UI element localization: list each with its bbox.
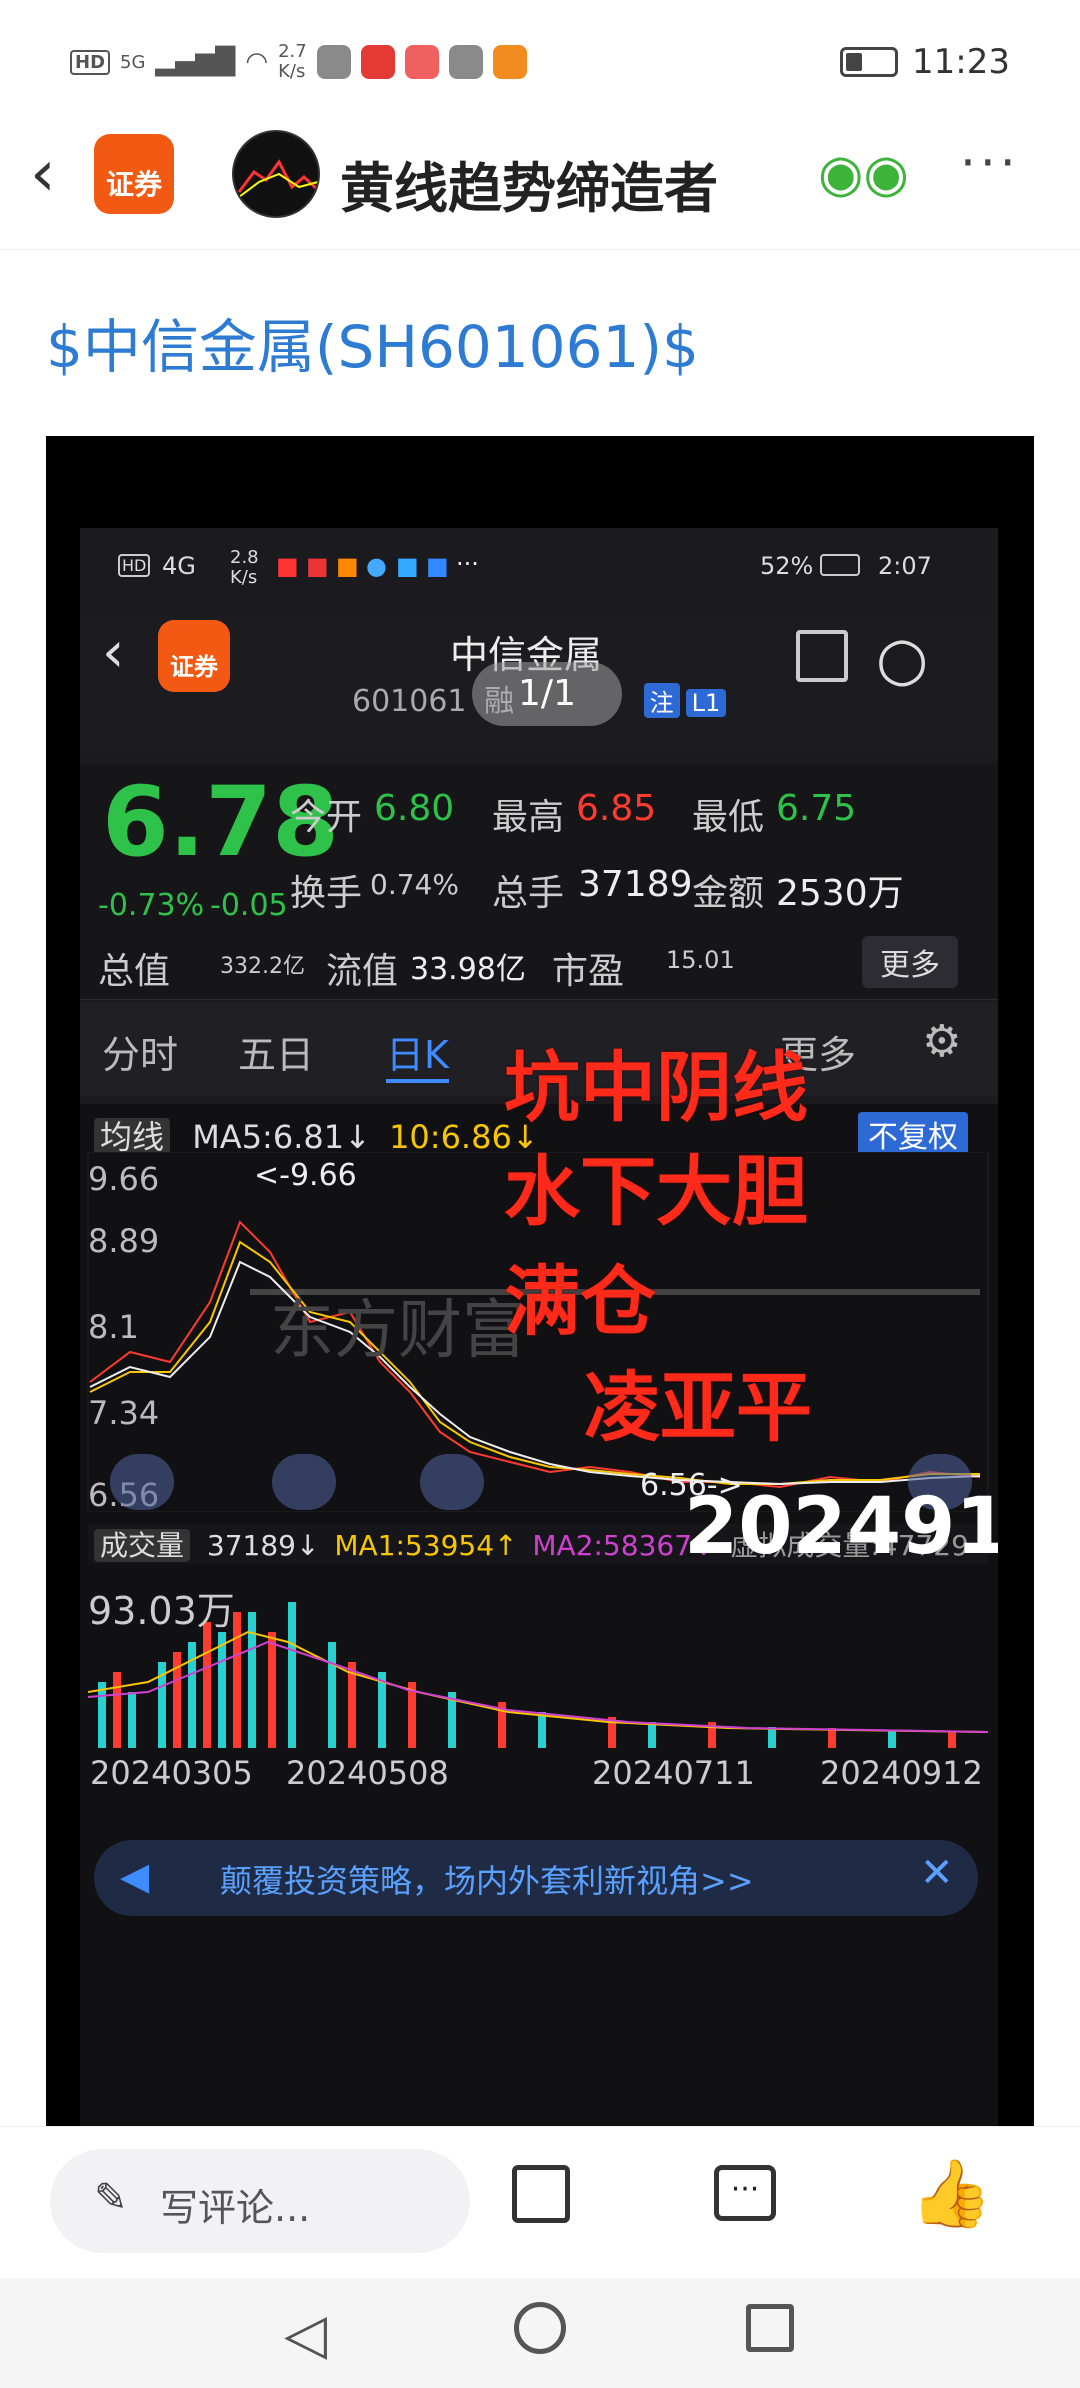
avatar[interactable] (232, 130, 320, 218)
book-app-icon (404, 45, 439, 79)
axis-label-4: 7.34 (88, 1394, 160, 1432)
status-bar: HD 5G ▂▄▆█ ◠ 2.7 K/s 11:23 (0, 0, 1080, 130)
nav-bar: ◁ (0, 2278, 1080, 2388)
settings-icon[interactable]: ⚙ (922, 1016, 961, 1067)
tab-wuri[interactable]: 五日 (238, 1024, 314, 1079)
page-title: 黄线趋势缔造者 (340, 157, 718, 220)
embedded-status-bar: HD 4G 2.8 K/s ■ ■ ■ ● ■ ■ ··· 52% 2:07 (80, 528, 998, 608)
signal-icon: ▂▄▆█ (155, 47, 236, 77)
network-label: 5G (120, 51, 146, 73)
pen-icon: ✎ (94, 2175, 128, 2221)
axis-label-top: 9.66 (88, 1160, 160, 1198)
comment-icon[interactable]: ··· (714, 2165, 776, 2221)
battery-icon (840, 47, 899, 77)
speed-label: 2.7 K/s (278, 41, 307, 82)
quote-panel: 6.78 -0.73% -0.05 今开 6.80 最高 6.85 最低 6.7… (80, 764, 998, 1000)
more-button[interactable]: 更多 (862, 936, 958, 988)
back-icon[interactable]: ‹ (102, 620, 124, 685)
zoom-out-button[interactable] (272, 1454, 336, 1510)
back-icon[interactable]: ‹ (30, 142, 56, 206)
embedded-screenshot[interactable]: HD 4G 2.8 K/s ■ ■ ■ ● ■ ■ ··· 52% 2:07 ‹… (46, 436, 1034, 2126)
share-icon[interactable] (796, 630, 848, 682)
video-app-icon (360, 45, 395, 79)
nav-back-icon[interactable]: ◁ (284, 2302, 327, 2367)
hd-icon: HD (70, 49, 111, 75)
volume-max-label: 93.03万 (88, 1589, 235, 1633)
more-icon[interactable]: ··· (960, 134, 1020, 192)
max-label: <-9.66 (254, 1158, 357, 1193)
share-icon[interactable] (512, 2165, 570, 2223)
wechat-notify-icon (316, 45, 351, 79)
app-badge: 证券 (158, 620, 230, 692)
fq-toggle[interactable]: 不复权 (858, 1112, 968, 1156)
like-icon[interactable]: 👍 (910, 2155, 992, 2233)
stock-link[interactable]: $中信金属(SH601061)$ (46, 300, 699, 384)
megaphone-icon: ◀ (120, 1854, 150, 1898)
overlay-text-1: 坑中阴线 (504, 1043, 808, 1132)
overlay-text-2: 水下大胆 (504, 1147, 808, 1236)
clock: 11:23 (912, 42, 1010, 82)
watermark: 东方财富 (270, 1294, 526, 1368)
wechat-icon[interactable]: ◉◉ (818, 144, 909, 204)
app-header: ‹ 证券 黄线趋势缔造者 ◉◉ ··· (0, 130, 1080, 250)
tab-rik[interactable]: 日K (386, 1024, 449, 1083)
axis-label-3: 8.1 (88, 1308, 139, 1346)
comment-input[interactable]: ✎ 写评论... (50, 2149, 470, 2253)
ad-text: 颠覆投资策略，场内外套利新视角>> (220, 1862, 754, 1900)
date-label-4: 20240912 (820, 1754, 983, 1792)
nav-recent-icon[interactable] (746, 2304, 794, 2352)
app-badge[interactable]: 证券 (94, 134, 174, 214)
close-icon[interactable]: ✕ (920, 1850, 954, 1896)
stock-header: ‹ 证券 中信金属 601061 融 注L1 1/1 ○ (80, 616, 998, 756)
overlay-date: 2024912 (684, 1482, 998, 1572)
date-label-2: 20240508 (286, 1754, 449, 1792)
shop-app-icon (492, 45, 527, 79)
nav-home-icon[interactable] (514, 2302, 566, 2354)
bottom-bar: ✎ 写评论... ··· 👍 (0, 2126, 1080, 2278)
comment-placeholder: 写评论... (160, 2186, 311, 2230)
page-indicator: 1/1 (472, 662, 622, 726)
ad-banner[interactable]: ◀ 颠覆投资策略，场内外套利新视角>> ✕ (94, 1840, 978, 1916)
search-icon[interactable]: ○ (876, 624, 928, 694)
rewind-button[interactable] (110, 1454, 174, 1510)
date-label-3: 20240711 (592, 1754, 755, 1792)
overlay-text-4: 凌亚平 (584, 1363, 812, 1452)
axis-label-2: 8.89 (88, 1222, 160, 1260)
zoom-in-button[interactable] (420, 1454, 484, 1510)
date-label-1: 20240305 (90, 1754, 253, 1792)
wechat-notify2-icon (448, 45, 483, 79)
tab-fenshi[interactable]: 分时 (102, 1024, 178, 1079)
overlay-text-3: 满仓 (504, 1257, 656, 1346)
wifi-icon: ◠ (245, 47, 269, 77)
